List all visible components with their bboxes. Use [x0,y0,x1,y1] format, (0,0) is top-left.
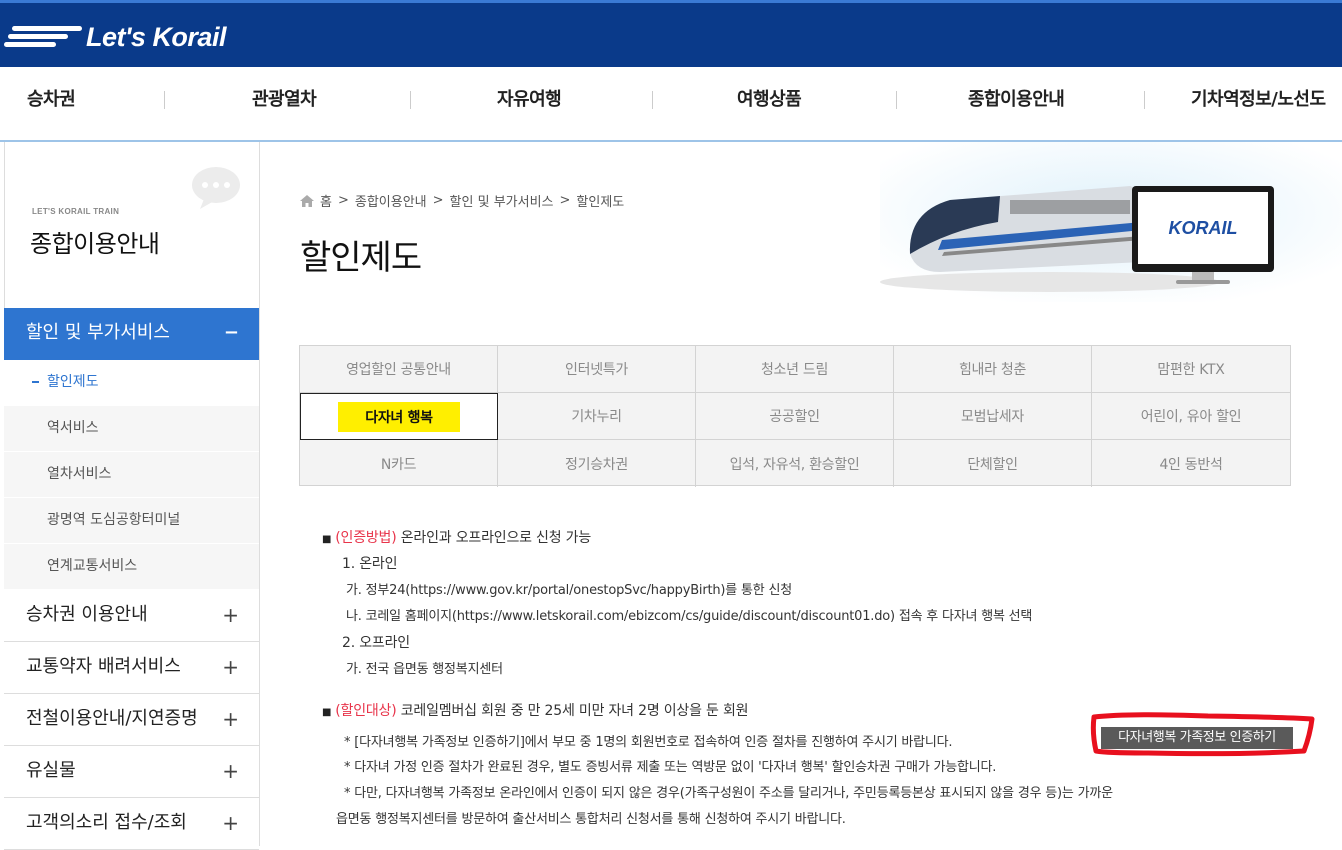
submenu-discount-system[interactable]: 할인제도 [4,360,259,406]
speech-bubble-icon [192,167,240,209]
expand-icon: + [222,707,239,731]
tab-child-infant[interactable]: 어린이, 유아 할인 [1092,393,1290,440]
sidebar-menu-discount[interactable]: 할인 및 부가서비스 − [4,308,259,360]
method-label: (인증방법) [335,530,397,546]
note-3: * 다만, 다자녀행복 가족정보 온라인에서 인증이 되지 않은 경우(가족구성… [344,786,1113,801]
nav-item-ticket[interactable]: 승차권 [27,67,76,140]
sidebar-subtitle: LET'S KORAIL TRAIN [32,207,120,216]
target-line: ■ (할인대상) 코레일멤버십 회원 중 만 25세 미만 자녀 2명 이상을 둔… [322,700,749,720]
tab-internet-special[interactable]: 인터넷특가 [498,346,696,393]
sidebar-menu-label: 고객의소리 접수/조회 [26,812,187,833]
method-line: ■ (인증방법) 온라인과 오프라인으로 신청 가능 [322,527,591,547]
tab-group-discount[interactable]: 단체할인 [894,440,1092,487]
expand-icon: + [222,811,239,835]
note-2: * 다자녀 가정 인증 절차가 완료된 경우, 별도 증빙서류 제출 또는 역방… [344,760,997,775]
breadcrumb: 홈 > 종합이용안내 > 할인 및 부가서비스 > 할인제도 [300,191,624,210]
tab-four-seat[interactable]: 4인 동반석 [1092,440,1290,487]
breadcrumb-separator: > [337,193,349,208]
submenu-train-service[interactable]: 열차서비스 [4,452,259,498]
method-text: 온라인과 오프라인으로 신청 가능 [396,530,592,546]
breadcrumb-home[interactable]: 홈 [320,191,332,210]
bullet-icon: ■ [322,534,332,545]
tab-model-taxpayer[interactable]: 모범납세자 [894,393,1092,440]
sidebar-menu-subway[interactable]: 전철이용안내/지연증명 + [4,694,259,746]
global-nav: 승차권 관광열차 자유여행 여행상품 종합이용안내 기차역정보/노선도 [0,67,1342,142]
sidebar-header: LET'S KORAIL TRAIN 종합이용안내 [4,142,259,308]
tab-cheer-up-youth[interactable]: 힘내라 청춘 [894,346,1092,393]
sidebar-menu-accessibility[interactable]: 교통약자 배려서비스 + [4,642,259,694]
tab-season-ticket[interactable]: 정기승차권 [498,440,696,487]
sidebar-menu-label: 교통약자 배려서비스 [26,656,181,677]
nav-divider [896,91,897,109]
sidebar-menu-ticket-guide[interactable]: 승차권 이용안내 + [4,590,259,642]
breadcrumb-current: 할인제도 [576,195,625,210]
sidebar-menu-label: 유실물 [26,760,76,781]
korail-logo[interactable]: Let's Korail [4,21,226,53]
note-1: * [다자녀행복 가족정보 인증하기]에서 부모 중 1명의 회원번호로 접속하… [344,735,953,750]
breadcrumb-separator: > [559,193,571,208]
nav-divider [652,91,653,109]
breadcrumb-item[interactable]: 종합이용안내 [355,191,427,210]
sidebar-title: 종합이용안내 [30,230,160,258]
offline-heading: 2. 오프라인 [342,635,410,651]
target-text: 코레일멤버십 회원 중 만 25세 미만 자녀 2명 이상을 둔 회원 [396,703,749,719]
tab-comfy-ktx[interactable]: 맘편한 KTX [1092,346,1290,393]
logo-mark-icon [4,24,82,50]
family-cert-button[interactable]: 다자녀행복 가족정보 인증하기 [1101,727,1293,749]
bullet-icon: ■ [322,707,332,718]
nav-item-station-info[interactable]: 기차역정보/노선도 [1191,67,1326,140]
sidebar-menu-label: 할인 및 부가서비스 [26,322,170,343]
collapse-icon: − [223,322,239,343]
expand-icon: + [222,759,239,783]
note-3-cont: 읍면동 행정복지센터를 방문하여 출산서비스 통합처리 신청서를 통해 신청하여… [336,812,846,827]
tab-common-guide[interactable]: 영업할인 공통안내 [300,346,498,393]
target-label: (할인대상) [335,703,397,719]
sidebar: LET'S KORAIL TRAIN 종합이용안내 할인 및 부가서비스 − 할… [0,142,260,850]
logo-text: Let's Korail [86,21,226,52]
submenu-gwangmyeong-terminal[interactable]: 광명역 도심공항터미널 [4,498,259,544]
nav-divider [164,91,165,109]
tab-n-card[interactable]: N카드 [300,440,498,487]
submenu-label: 할인제도 [47,374,99,390]
page-title: 할인제도 [300,238,422,278]
tab-gichanuri[interactable]: 기차누리 [498,393,696,440]
online-item-a: 가. 정부24(https://www.gov.kr/portal/onesto… [346,583,792,598]
sidebar-menu-customer-voice[interactable]: 고객의소리 접수/조회 + [4,798,259,850]
online-heading: 1. 온라인 [342,556,398,572]
active-dash-icon [32,381,39,383]
sidebar-menu-label: 승차권 이용안내 [26,604,148,625]
expand-icon: + [222,603,239,627]
tab-label: 다자녀 행복 [338,401,460,432]
tab-public-discount[interactable]: 공공할인 [696,393,894,440]
tab-standing-transfer[interactable]: 입석, 자유석, 환승할인 [696,440,894,487]
monitor-brand: KORAIL [1169,218,1238,238]
tab-multi-child[interactable]: 다자녀 행복 [300,393,498,440]
discount-tab-grid: 영업할인 공통안내 인터넷특가 청소년 드림 힘내라 청춘 맘편한 KTX 다자… [299,345,1291,487]
nav-divider [1144,91,1145,109]
submenu-station-service[interactable]: 역서비스 [4,406,259,452]
nav-item-free-travel[interactable]: 자유여행 [497,67,562,140]
sidebar-menu-label: 전철이용안내/지연증명 [26,708,198,729]
sidebar-menu-lost-found[interactable]: 유실물 + [4,746,259,798]
breadcrumb-separator: > [432,193,444,208]
nav-item-tour-train[interactable]: 관광열차 [252,67,317,140]
tab-youth-dream[interactable]: 청소년 드림 [696,346,894,393]
breadcrumb-item[interactable]: 할인 및 부가서비스 [450,191,554,210]
nav-divider [410,91,411,109]
online-item-b: 나. 코레일 홈페이지(https://www.letskorail.com/e… [346,609,1033,624]
nav-item-general-guide[interactable]: 종합이용안내 [968,67,1065,140]
expand-icon: + [222,655,239,679]
top-header: Let's Korail [0,0,1342,67]
hero-train-illustration: KORAIL [880,142,1342,302]
nav-item-travel-products[interactable]: 여행상품 [737,67,802,140]
submenu-connected-transport[interactable]: 연계교통서비스 [4,544,259,590]
home-icon[interactable] [300,194,314,207]
offline-item-a: 가. 전국 읍면동 행정복지센터 [346,662,503,677]
